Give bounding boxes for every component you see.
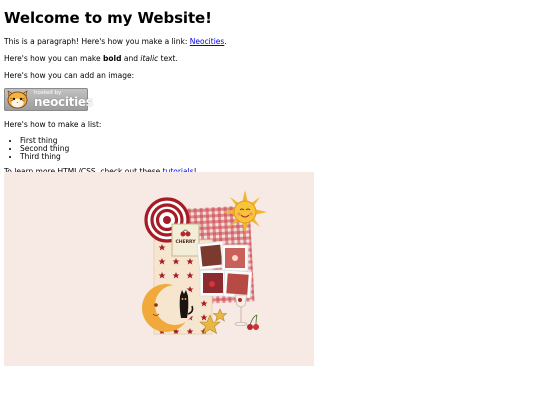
list-item: Third thing	[20, 153, 534, 161]
formatting-text-middle: and	[121, 54, 141, 63]
formatting-text-end: text.	[158, 54, 178, 63]
page-content: Welcome to my Website! This is a paragra…	[4, 0, 534, 184]
hosted-by-neocities-badge: hosted by neocities	[4, 88, 93, 111]
badge-brand-label: neocities	[34, 95, 93, 109]
collage-banner-image: CHERRY	[4, 172, 314, 366]
formatting-paragraph: Here's how you can make bold and italic …	[4, 54, 534, 63]
example-list: First thing Second thing Third thing	[4, 137, 534, 161]
cherry-tag-label: CHERRY	[175, 239, 196, 245]
list-item: First thing	[20, 137, 534, 145]
bold-text: bold	[103, 54, 122, 63]
cherries-illustration	[247, 314, 259, 330]
cherry-tag: CHERRY	[171, 223, 200, 257]
intro-text-end: .	[224, 37, 227, 46]
page-title: Welcome to my Website!	[4, 9, 212, 27]
image-paragraph: Here's how you can add an image:	[4, 71, 135, 80]
italic-text: italic	[140, 54, 159, 63]
neocities-link[interactable]: Neocities	[190, 37, 225, 46]
wine-glass	[234, 294, 248, 326]
neocities-cat-icon	[7, 90, 28, 109]
photo-stack	[196, 240, 253, 299]
cherry-collage-illustration: CHERRY	[142, 190, 267, 335]
intro-paragraph: This is a paragraph! Here's how you make…	[4, 37, 534, 46]
list-paragraph: Here's how to make a list:	[4, 120, 102, 129]
intro-text: This is a paragraph! Here's how you make…	[4, 37, 190, 46]
list-item: Second thing	[20, 145, 534, 153]
formatting-text: Here's how you can make	[4, 54, 103, 63]
